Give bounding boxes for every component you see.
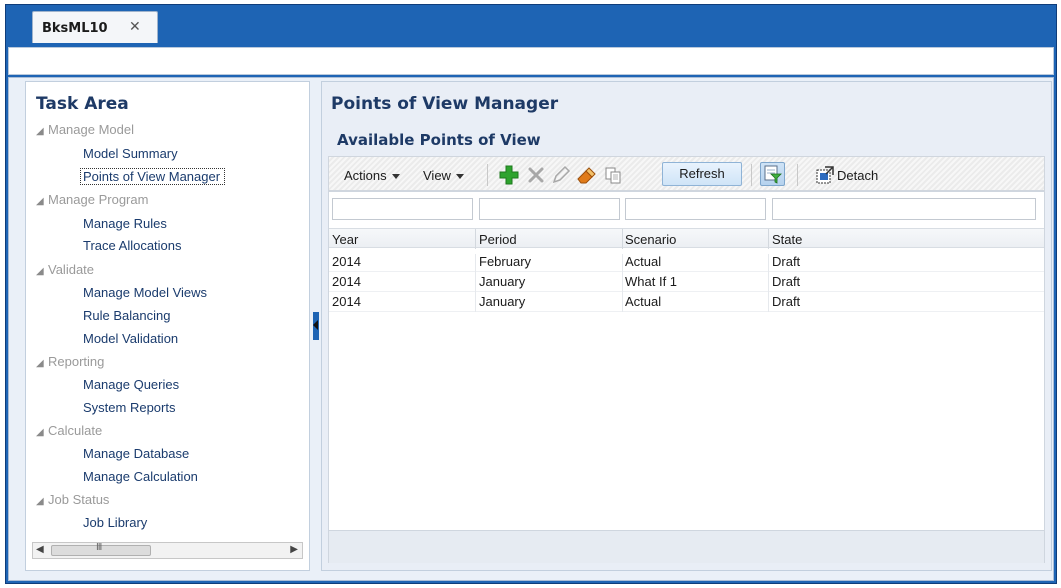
section-manage-program[interactable]: ◢ Manage Program — [36, 192, 148, 207]
scrollbar-grip: III — [96, 542, 102, 553]
clear-icon[interactable] — [576, 165, 596, 185]
column-header-year[interactable]: Year — [332, 232, 358, 247]
cell-scenario: What If 1 — [625, 274, 678, 289]
column-header-state[interactable]: State — [772, 232, 802, 247]
column-divider — [475, 254, 476, 312]
table-row[interactable]: 2014 January What If 1 Draft — [329, 272, 1044, 292]
points-of-view-table: Year Period Scenario State 2014 February… — [328, 191, 1045, 563]
panel-splitter[interactable] — [313, 312, 319, 340]
cell-state: Draft — [772, 274, 801, 289]
detach-button[interactable]: Detach — [816, 166, 878, 184]
add-icon[interactable] — [499, 165, 519, 185]
actions-menu[interactable]: Actions — [344, 168, 400, 183]
view-menu[interactable]: View — [423, 168, 464, 183]
filter-scenario-input[interactable] — [625, 198, 766, 220]
table-header: Year Period Scenario State — [329, 228, 1044, 249]
collapse-triangle-icon: ◢ — [36, 126, 44, 137]
dropdown-caret-icon — [391, 174, 400, 180]
cell-year: 2014 — [332, 254, 361, 269]
dropdown-caret-icon — [455, 174, 464, 180]
task-area-title: Task Area — [36, 94, 129, 114]
cell-period: January — [479, 274, 526, 289]
collapse-triangle-icon: ◢ — [36, 358, 44, 369]
collapse-triangle-icon: ◢ — [36, 196, 44, 207]
collapse-left-icon[interactable] — [313, 320, 318, 330]
horizontal-scrollbar[interactable]: ◀ III ▶ — [32, 542, 303, 559]
task-item-trace-allocations[interactable]: Trace Allocations — [83, 238, 182, 253]
task-item-system-reports[interactable]: System Reports — [83, 400, 175, 415]
cell-year: 2014 — [332, 294, 361, 309]
filter-state-input[interactable] — [772, 198, 1036, 220]
table-footer — [329, 530, 1044, 563]
scrollbar-thumb[interactable]: III — [51, 542, 151, 556]
filter-period-input[interactable] — [479, 198, 620, 220]
scroll-right-icon[interactable]: ▶ — [290, 544, 298, 555]
refresh-button[interactable]: Refresh — [662, 162, 742, 186]
copy-icon[interactable] — [603, 165, 623, 185]
main-panel: Points of View Manager Available Points … — [321, 81, 1052, 571]
collapse-triangle-icon: ◢ — [36, 266, 44, 277]
task-item-manage-database[interactable]: Manage Database — [83, 446, 189, 461]
column-divider — [622, 254, 623, 312]
cell-year: 2014 — [332, 274, 361, 289]
section-job-status[interactable]: ◢ Job Status — [36, 492, 109, 507]
cell-state: Draft — [772, 294, 801, 309]
cell-state: Draft — [772, 254, 801, 269]
task-area-panel: Task Area ◢ Manage Model Model Summary Po… — [25, 81, 310, 571]
page-title: Points of View Manager — [331, 94, 559, 114]
column-divider — [622, 229, 623, 249]
tab-bksml10[interactable]: BksML10 ✕ — [32, 11, 158, 43]
task-item-manage-model-views[interactable]: Manage Model Views — [83, 285, 207, 300]
section-reporting[interactable]: ◢ Reporting — [36, 354, 104, 369]
filter-year-input[interactable] — [332, 198, 473, 220]
section-title: Available Points of View — [337, 131, 541, 149]
task-item-manage-calculation[interactable]: Manage Calculation — [83, 469, 198, 484]
table-row[interactable]: 2014 February Actual Draft — [329, 252, 1044, 272]
collapse-triangle-icon: ◢ — [36, 496, 44, 507]
collapse-triangle-icon: ◢ — [36, 427, 44, 438]
toolbar-separator — [751, 164, 752, 186]
task-item-model-summary[interactable]: Model Summary — [83, 146, 178, 161]
section-calculate[interactable]: ◢ Calculate — [36, 423, 102, 438]
toolbar-separator — [487, 164, 488, 186]
delete-icon[interactable] — [526, 165, 546, 185]
cell-scenario: Actual — [625, 294, 662, 309]
tab-title: BksML10 — [42, 21, 108, 36]
close-icon[interactable]: ✕ — [129, 18, 141, 35]
column-divider — [475, 229, 476, 249]
cell-period: February — [479, 254, 532, 269]
toolbar-separator — [797, 164, 798, 186]
scroll-left-icon[interactable]: ◀ — [36, 544, 44, 555]
column-header-period[interactable]: Period — [479, 232, 517, 247]
task-item-manage-queries[interactable]: Manage Queries — [83, 377, 179, 392]
cell-period: January — [479, 294, 526, 309]
task-item-model-validation[interactable]: Model Validation — [83, 331, 178, 346]
query-by-example-icon — [764, 165, 782, 184]
task-item-job-library[interactable]: Job Library — [83, 515, 147, 530]
task-item-manage-rules[interactable]: Manage Rules — [83, 216, 167, 231]
top-bar — [8, 47, 1054, 75]
column-divider — [768, 254, 769, 312]
query-by-example-button[interactable] — [760, 162, 785, 186]
table-toolbar: Actions View Refresh Detach — [328, 156, 1045, 191]
cell-scenario: Actual — [625, 254, 662, 269]
detach-icon — [816, 166, 834, 184]
table-row[interactable]: 2014 January Actual Draft — [329, 292, 1044, 312]
task-item-points-of-view-manager[interactable]: Points of View Manager — [79, 168, 226, 185]
edit-icon[interactable] — [551, 165, 571, 185]
task-item-rule-balancing[interactable]: Rule Balancing — [83, 308, 170, 323]
section-manage-model[interactable]: ◢ Manage Model — [36, 122, 134, 137]
section-validate[interactable]: ◢ Validate — [36, 262, 94, 277]
column-divider — [768, 229, 769, 249]
column-header-scenario[interactable]: Scenario — [625, 232, 676, 247]
